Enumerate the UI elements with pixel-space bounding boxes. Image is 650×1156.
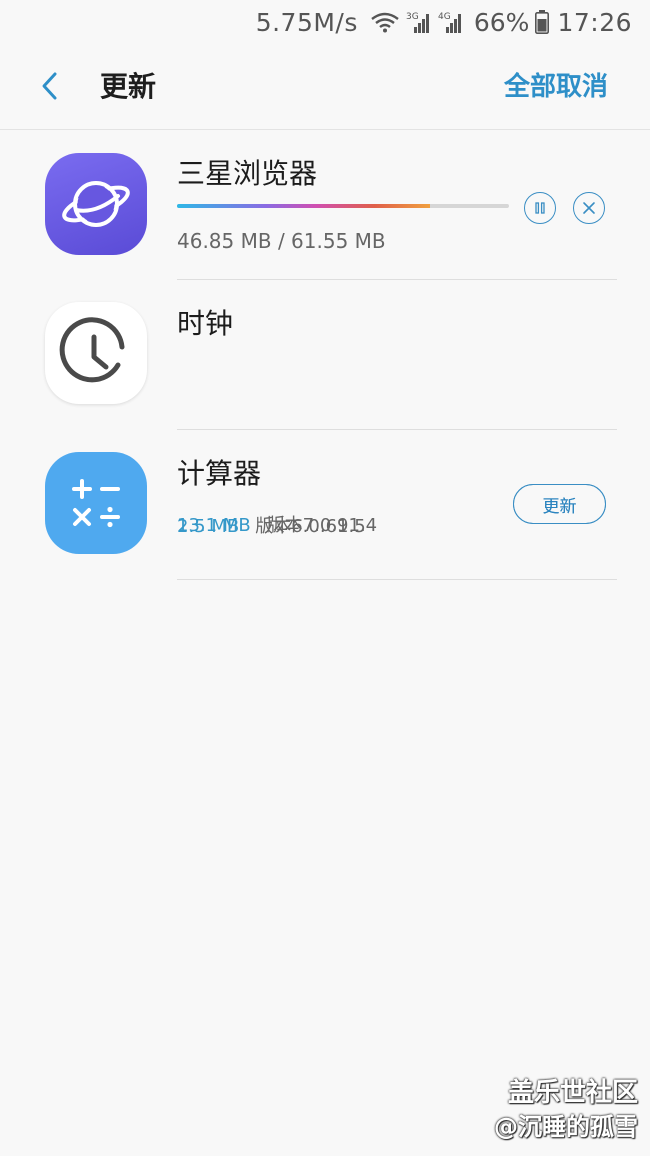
app-name: 三星浏览器 — [177, 157, 318, 190]
calculator-icon — [45, 452, 147, 554]
signal-4g-icon: 4G — [438, 10, 464, 34]
wifi-icon — [370, 11, 400, 33]
signal-4g-label: 4G — [438, 12, 451, 22]
cancel-all-button[interactable]: 全部取消 — [504, 66, 608, 108]
page-title: 更新 — [100, 70, 157, 103]
watermark-community: 盖乐世社区 — [507, 1078, 638, 1108]
app-name: 时钟 — [177, 307, 234, 340]
close-icon — [583, 202, 595, 214]
back-button[interactable] — [30, 66, 70, 106]
clock-icon — [45, 302, 147, 404]
download-progress-fill — [177, 204, 430, 208]
app-meta: 2.5 MB 版本6.0.61.5 — [177, 514, 366, 540]
list-item-clock: 时钟 13.1 MB 版本7.0.91.4 更新 — [0, 280, 650, 536]
watermark-author: @沉睡的孤雪 — [494, 1113, 638, 1141]
battery-icon — [535, 10, 550, 34]
update-list: 三星浏览器 46.85 MB / 61.55 MB 时钟 13.1 MB 版本7… — [0, 130, 650, 580]
clock-time: 17:26 — [557, 7, 632, 37]
watermark: 盖乐世社区 @沉睡的孤雪 — [494, 1076, 638, 1144]
list-item-samsung-browser: 三星浏览器 46.85 MB / 61.55 MB — [0, 130, 650, 280]
status-bar: 5.75M/s 3G 4G 66% 17:26 — [0, 0, 650, 44]
cancel-download-button[interactable] — [573, 192, 605, 224]
pause-button[interactable] — [524, 192, 556, 224]
download-size: 46.85 MB / 61.55 MB — [177, 229, 386, 253]
app-bar: 更新 全部取消 — [0, 44, 650, 130]
chevron-left-icon — [42, 72, 57, 100]
network-speed: 5.75M/s — [255, 7, 358, 37]
app-size: 2.5 MB — [177, 516, 240, 537]
signal-3g-icon: 3G — [406, 10, 432, 34]
battery-percent: 66% — [473, 7, 530, 37]
app-version: 版本6.0.61.5 — [255, 516, 366, 537]
list-item-calculator: 计算器 2.5 MB 版本6.0.61.5 更新 — [0, 430, 650, 580]
row-divider — [177, 579, 617, 580]
pause-icon — [535, 202, 545, 214]
update-button[interactable]: 更新 — [513, 484, 606, 524]
download-progress-bar — [177, 204, 509, 208]
app-name: 计算器 — [177, 457, 262, 490]
planet-icon — [45, 153, 147, 255]
signal-3g-label: 3G — [406, 12, 419, 22]
